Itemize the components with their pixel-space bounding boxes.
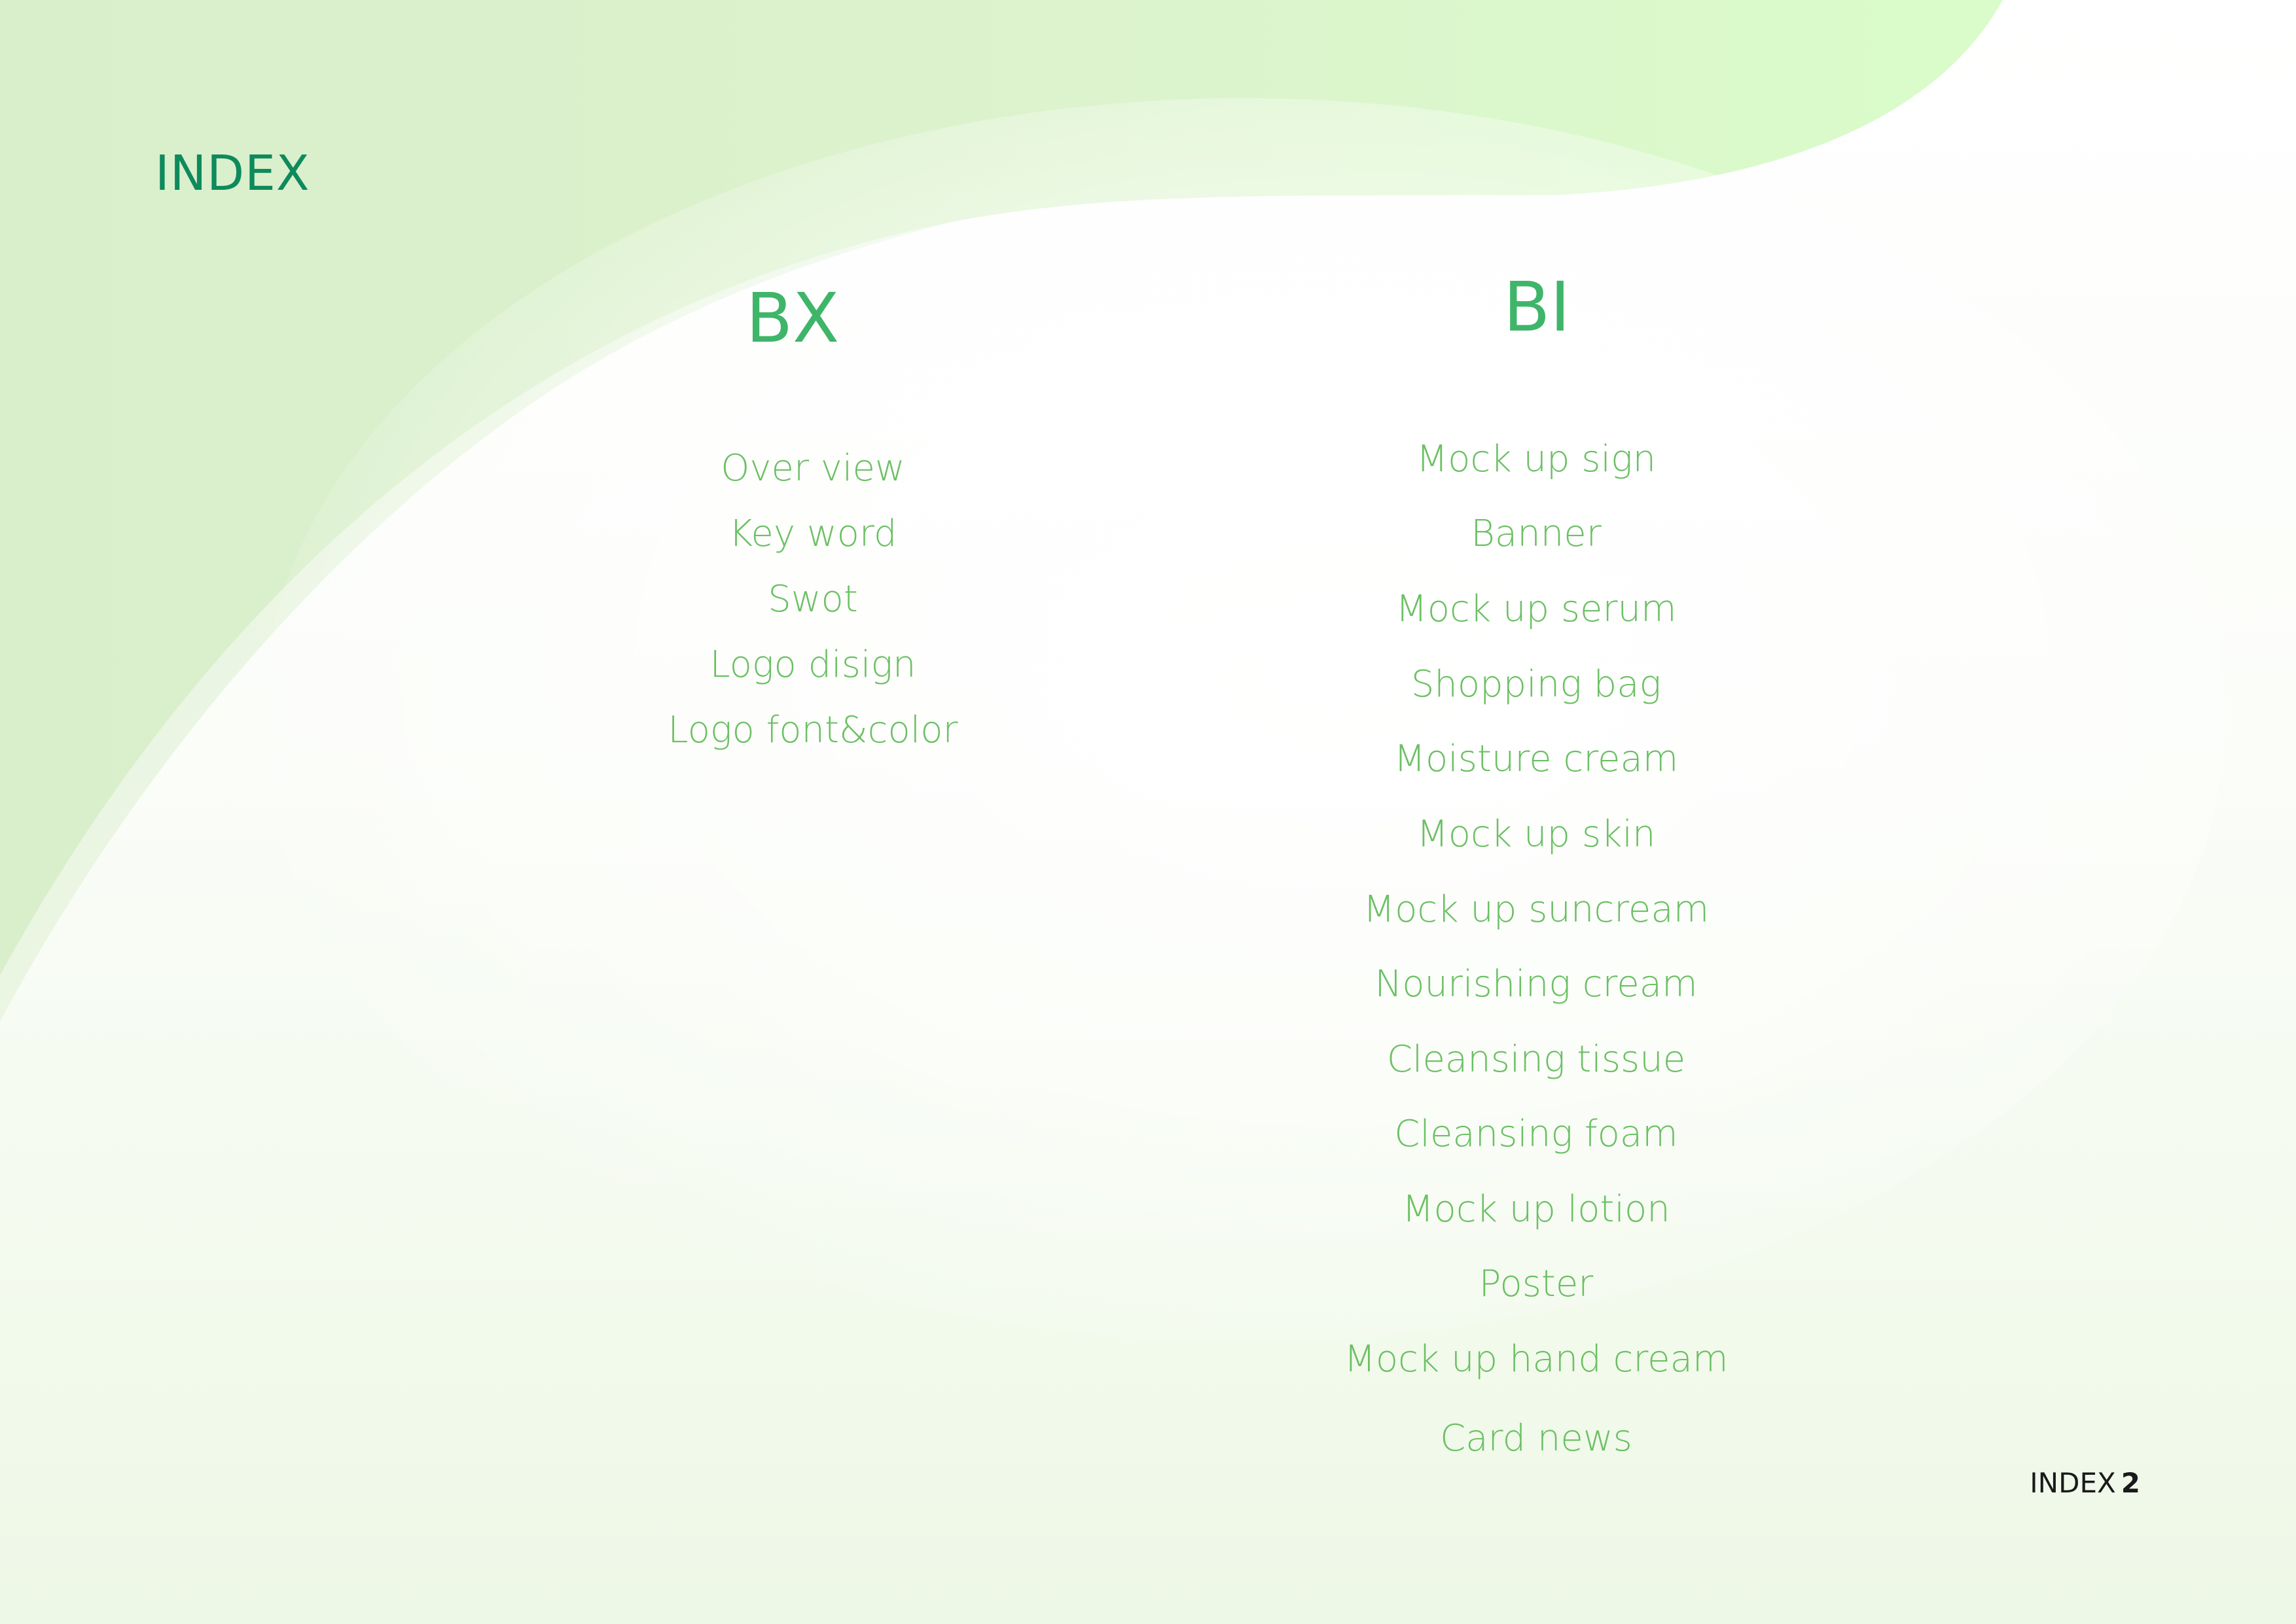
bi-item-moisture-cream: Moisture cream (1393, 738, 1679, 780)
footer-label: INDEX (2030, 1467, 2116, 1499)
index-page: INDEX BX BI Over view Key word Swot Logo… (0, 0, 2296, 1624)
bi-item-poster: Poster (1479, 1263, 1594, 1305)
bi-item-cleansing-foam: Cleansing foam (1394, 1113, 1678, 1155)
bi-item-mock-up-serum: Mock up serum (1395, 588, 1677, 630)
bx-item-logo-font-color: Logo font&color (668, 709, 958, 751)
bi-heading: BI (1503, 267, 1571, 347)
bi-item-card-news: Card news (1440, 1417, 1632, 1460)
bi-item-nourishing-cream: Nourishing cream (1374, 963, 1698, 1005)
bi-item-banner: Banner (1471, 513, 1602, 555)
bi-item-mock-up-hand-cream: Mock up hand cream (1344, 1338, 1729, 1380)
bi-item-mock-up-suncream: Mock up suncream (1363, 888, 1710, 931)
bi-item-mock-up-lotion: Mock up lotion (1402, 1188, 1670, 1231)
page-title: INDEX (155, 145, 310, 202)
bi-item-shopping-bag: Shopping bag (1410, 663, 1662, 706)
page-number: 2 (2121, 1467, 2140, 1499)
bx-item-over-view: Over view (721, 447, 905, 490)
bi-item-cleansing-tissue: Cleansing tissue (1386, 1038, 1686, 1081)
page-footer: INDEX 2 (2030, 1470, 2140, 1497)
bx-item-logo-design: Logo disign (709, 643, 916, 686)
background-wave-decoration (0, 0, 2225, 1342)
bx-heading: BX (745, 278, 840, 358)
bx-item-swot: Swot (768, 578, 858, 621)
bi-item-mock-up-sign: Mock up sign (1416, 438, 1657, 480)
bi-item-mock-up-skin: Mock up skin (1416, 813, 1656, 856)
bx-item-key-word: Key word (728, 513, 897, 555)
